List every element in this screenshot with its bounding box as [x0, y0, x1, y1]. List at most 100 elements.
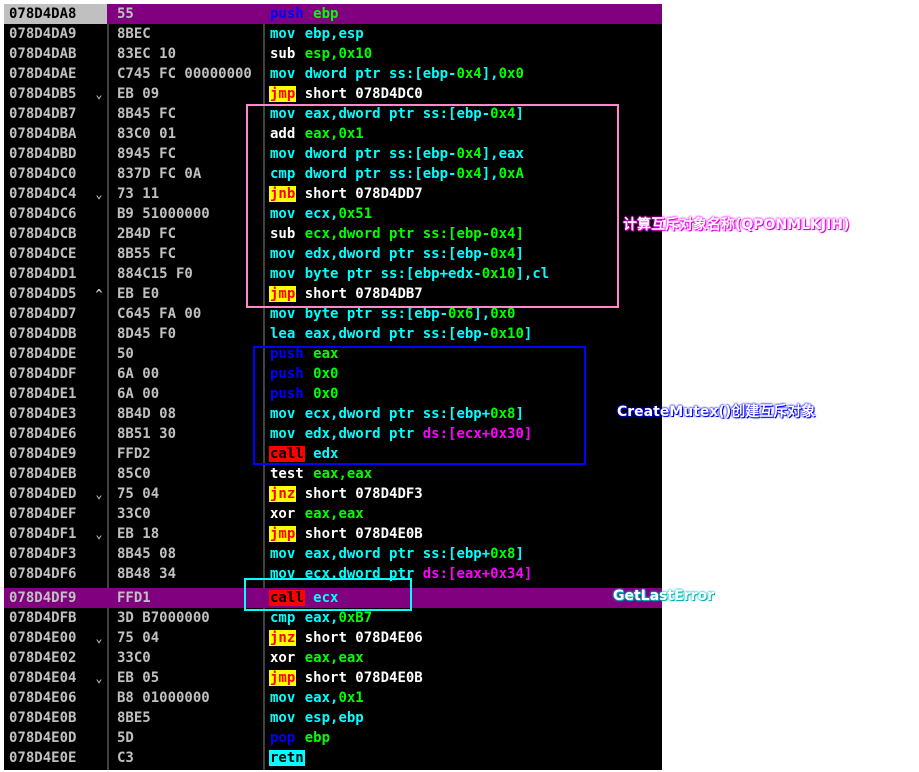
- address-cell: 078D4DEB: [9, 466, 77, 482]
- annotation-create-mutex: CreateMutex()创建互斥对象: [617, 404, 816, 420]
- disasm-row[interactable]: 078D4DDB 8D45 F0 lea eax,dword ptr ss:[ebp…: [4, 324, 662, 344]
- address-cell: 078D4DD1: [9, 266, 77, 282]
- hex-bytes-cell: 5D: [117, 730, 134, 746]
- disasm-row[interactable]: 078D4DA8 55 push ebp: [4, 4, 662, 24]
- hex-bytes-cell: EB 05: [117, 670, 160, 686]
- address-cell: 078D4DE9: [9, 446, 77, 462]
- mnemonic: jmp: [269, 86, 297, 102]
- mnemonic: lea: [270, 326, 296, 342]
- instruction-cell: mov esp,ebp: [269, 708, 662, 728]
- address-cell: 078D4DA8: [4, 4, 107, 24]
- address-cell: 078D4E0E: [9, 750, 77, 766]
- disasm-row[interactable]: 078D4E04 ⌄ EB 05 jmp short 078D4E0B: [4, 668, 662, 688]
- disasm-row[interactable]: 078D4E06 B8 01000000 mov eax,0x1: [4, 688, 662, 708]
- hex-bytes-cell: 6A 00: [117, 386, 160, 402]
- disasm-row[interactable]: 078D4DF3 8B45 08 mov eax,dword ptr ss:[ebp…: [4, 544, 662, 564]
- disasm-row[interactable]: 078D4DA9 8BEC mov ebp,esp: [4, 24, 662, 44]
- mnemonic: xor: [270, 506, 296, 522]
- instruction-cell: jnz short 078D4E06: [269, 628, 662, 648]
- mnemonic: sub: [270, 46, 296, 62]
- hex-bytes-cell: B8 01000000: [117, 690, 210, 706]
- hex-bytes-cell: 83EC 10: [117, 46, 177, 62]
- instruction-cell: pop ebp: [269, 728, 662, 748]
- address-cell: 078D4E04: [9, 670, 77, 686]
- hex-bytes-cell: 2B4D FC: [117, 226, 177, 242]
- instruction-cell: mov dword ptr ss:[ebp-0x4],0x0: [269, 64, 662, 84]
- operands: eax,dword ptr ss:[ebp-0x10]: [304, 326, 533, 342]
- create-mutex-highlight: [253, 346, 586, 465]
- address-cell: 078D4DC6: [9, 206, 77, 222]
- address-cell: 078D4DE6: [9, 426, 77, 442]
- disasm-row[interactable]: 078D4DED ⌄ 75 04 jnz short 078D4DF3: [4, 484, 662, 504]
- disasm-row[interactable]: 078D4E0E C3 retn: [4, 748, 662, 768]
- instruction-cell: test eax,eax: [269, 464, 662, 484]
- disasm-row[interactable]: 078D4DFB 3D B7000000 cmp eax,0xB7: [4, 608, 662, 628]
- mnemonic: push: [270, 6, 304, 22]
- disasm-row[interactable]: 078D4DAB 83EC 10 sub esp,0x10: [4, 44, 662, 64]
- disasm-row[interactable]: 078D4E0B 8BE5 mov esp,ebp: [4, 708, 662, 728]
- disasm-row[interactable]: 078D4E02 33C0 xor eax,eax: [4, 648, 662, 668]
- instruction-cell: jmp short 078D4DC0: [269, 84, 662, 104]
- address-cell: 078D4DC0: [9, 166, 77, 182]
- address-cell: 078D4DDB: [9, 326, 77, 342]
- operands: esp,0x10: [304, 46, 373, 62]
- address-cell: 078D4DAE: [9, 66, 77, 82]
- address-cell: 078D4DF9: [9, 590, 77, 606]
- instruction-cell: mov eax,0x1: [269, 688, 662, 708]
- disasm-row[interactable]: 078D4E0D 5D pop ebp: [4, 728, 662, 748]
- operands: esp,ebp: [304, 710, 364, 726]
- instruction-cell: jmp short 078D4E0B: [269, 668, 662, 688]
- mnemonic: mov: [270, 690, 296, 706]
- address-cell: 078D4DCE: [9, 246, 77, 262]
- address-cell: 078D4DFB: [9, 610, 77, 626]
- operands: byte ptr ss:[ebp-0x6],0x0: [304, 306, 516, 322]
- address-cell: 078D4DF3: [9, 546, 77, 562]
- address-cell: 078D4DBA: [9, 126, 77, 142]
- mnemonic: pop: [270, 730, 296, 746]
- jump-arrow-icon: ^: [95, 287, 103, 301]
- hex-bytes-cell: 75 04: [117, 486, 160, 502]
- disasm-row[interactable]: 078D4DB5 ⌄ EB 09 jmp short 078D4DC0: [4, 84, 662, 104]
- jump-arrow-icon: ⌄: [95, 87, 103, 101]
- disasm-row[interactable]: 078D4E00 ⌄ 75 04 jnz short 078D4E06: [4, 628, 662, 648]
- disasm-row[interactable]: 078D4DEF 33C0 xor eax,eax: [4, 504, 662, 524]
- address-cell: 078D4DAB: [9, 46, 77, 62]
- operands: eax,eax: [304, 506, 364, 522]
- disasm-row[interactable]: 078D4DEB 85C0 test eax,eax: [4, 464, 662, 484]
- address-cell: 078D4E0D: [9, 730, 77, 746]
- operands: short 078D4E0B: [304, 670, 423, 686]
- hex-bytes-cell: 33C0: [117, 650, 151, 666]
- mnemonic: jnz: [269, 486, 297, 502]
- mnemonic: jmp: [269, 526, 297, 542]
- jump-arrow-icon: ⌄: [95, 487, 103, 501]
- hex-bytes-cell: 8B55 FC: [117, 246, 177, 262]
- disasm-row[interactable]: 078D4DF1 ⌄ EB 18 jmp short 078D4E0B: [4, 524, 662, 544]
- address-cell: 078D4DE3: [9, 406, 77, 422]
- mnemonic: mov: [270, 546, 296, 562]
- address-cell: 078D4DCB: [9, 226, 77, 242]
- hex-bytes-cell: 50: [117, 346, 134, 362]
- mnemonic: mov: [270, 66, 296, 82]
- address-cell: 078D4DE1: [9, 386, 77, 402]
- instruction-cell: sub esp,0x10: [269, 44, 662, 64]
- operands: ebp: [304, 730, 331, 746]
- hex-bytes-cell: 85C0: [117, 466, 151, 482]
- address-cell: 078D4DDF: [9, 366, 77, 382]
- address-cell: 078D4DC4: [9, 186, 77, 202]
- annotation-mutex-name: 计算互斥对象名称(QPONMLKJIH): [623, 217, 850, 233]
- hex-bytes-cell: 8B48 34: [117, 566, 177, 582]
- hex-bytes-cell: FFD1: [117, 590, 151, 606]
- hex-bytes-cell: 8945 FC: [117, 146, 177, 162]
- disasm-row[interactable]: 078D4DAE C745 FC 00000000 mov dword ptr ss…: [4, 64, 662, 84]
- mnemonic: mov: [270, 710, 296, 726]
- instruction-cell: lea eax,dword ptr ss:[ebp-0x10]: [269, 324, 662, 344]
- mnemonic: cmp: [270, 610, 296, 626]
- operands: short 078D4DC0: [304, 86, 423, 102]
- address-cell: 078D4E06: [9, 690, 77, 706]
- operands: short 078D4E0B: [304, 526, 423, 542]
- instruction-cell: retn: [269, 748, 662, 768]
- annotation-get-last-error: GetLastError: [613, 588, 714, 604]
- operands: ebp,esp: [304, 26, 364, 42]
- operands: eax,dword ptr ss:[ebp+0x8]: [304, 546, 524, 562]
- operands: eax,0x1: [304, 690, 364, 706]
